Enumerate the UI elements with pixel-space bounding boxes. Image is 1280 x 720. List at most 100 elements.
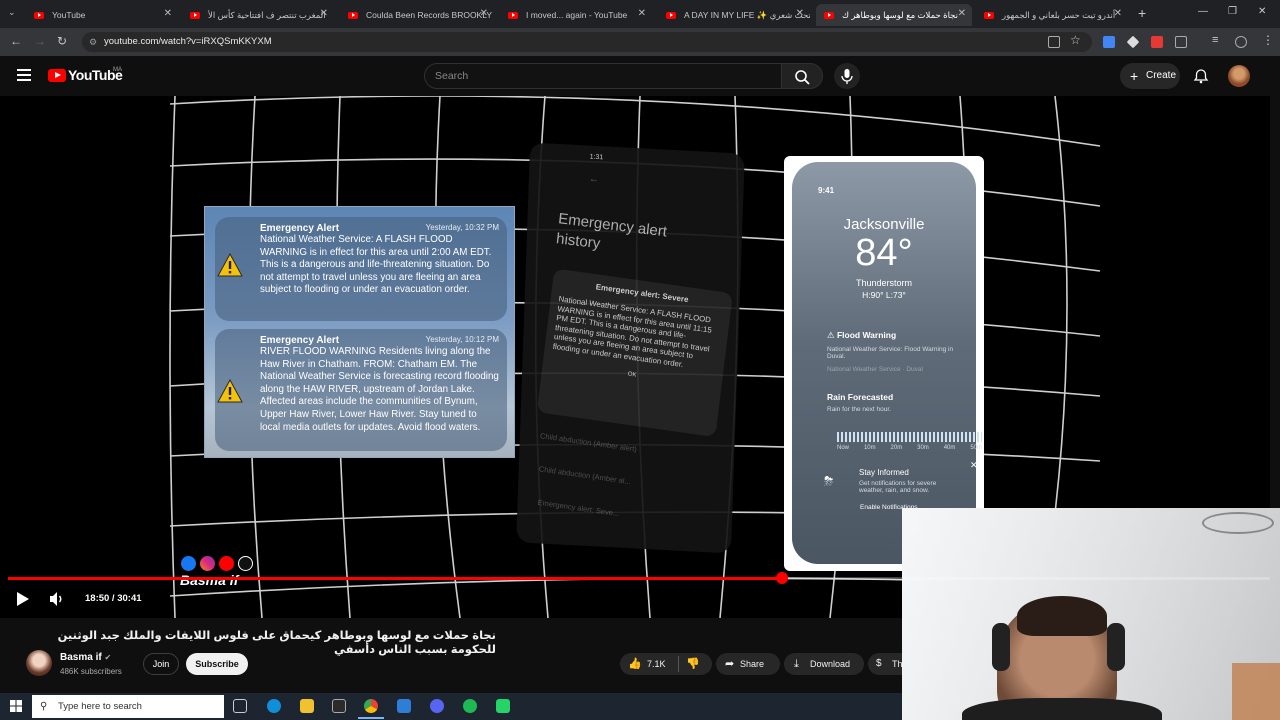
flood-warning-title: ⚠ Flood Warning (827, 330, 896, 341)
youtube-favicon-icon (984, 11, 994, 19)
forward-arrow-icon[interactable]: → (34, 34, 46, 48)
weather-hilo: H:90° L:73° (862, 290, 906, 300)
back-arrow-icon: ← (588, 173, 600, 186)
app-icon[interactable] (397, 699, 411, 713)
browser-toolbar: ← → ↻ ⚙ youtube.com/watch?v=iRXQSmKKYXM … (0, 28, 1280, 56)
file-explorer-icon[interactable] (300, 699, 314, 713)
youtube-masthead: YouTube MA Search + Create (0, 56, 1280, 96)
store-icon[interactable] (332, 699, 346, 713)
taskbar-search-input[interactable]: ⚲ Type here to search (32, 695, 224, 718)
tab-close-icon[interactable]: ✕ (320, 8, 328, 19)
download-button[interactable]: ⤓ Download (784, 653, 864, 675)
extension-red-icon[interactable] (1151, 36, 1163, 48)
edge-icon[interactable] (267, 699, 281, 713)
person-shoulders (962, 698, 1162, 720)
tab-close-icon[interactable]: ✕ (1114, 8, 1122, 19)
bookmark-star-icon[interactable]: ☆ (1070, 33, 1081, 47)
browser-tab-bar: ⌄ YouTube ✕ المغرب تنتصر ف افتتاحية كأس … (0, 0, 1280, 28)
install-app-icon[interactable] (1048, 36, 1060, 48)
tab-video-2[interactable]: المغرب تنتصر ف افتتاحية كأس الأ ✕ (182, 4, 334, 26)
informed-body: Get notifications for severe weather, ra… (859, 480, 937, 494)
tab-video-7[interactable]: أندرو تيت حسر بلعاني و الجمهور ✕ (976, 4, 1128, 26)
whatsapp-icon[interactable] (496, 699, 510, 713)
tab-close-icon[interactable]: ✕ (480, 8, 488, 19)
youtube-favicon-icon (666, 11, 676, 19)
play-icon[interactable] (14, 591, 30, 607)
tab-youtube-home[interactable]: YouTube ✕ (26, 4, 178, 26)
spotify-icon[interactable] (463, 699, 477, 713)
tab-video-3[interactable]: Coulda Been Records BROOKLY ✕ (340, 4, 494, 26)
tab-close-icon[interactable]: ✕ (958, 8, 966, 19)
alert-time: Yesterday, 10:12 PM (425, 335, 499, 344)
hamburger-menu-icon[interactable] (17, 69, 31, 81)
site-info-icon[interactable]: ⚙ (89, 32, 97, 52)
join-button[interactable]: Join (143, 653, 179, 675)
voice-search-button[interactable] (834, 63, 860, 89)
channel-watermark: Basma if (180, 572, 239, 588)
thanks-button[interactable]: $ Th (868, 653, 902, 675)
reading-list-icon[interactable]: ≡ (1212, 34, 1218, 46)
notifications-bell-icon[interactable] (1193, 68, 1209, 84)
history-item: Child abduction (Amber al... (538, 464, 632, 487)
channel-name[interactable]: Basma if ✔ (60, 652, 111, 663)
search-button[interactable] (781, 63, 823, 89)
flood-title-text: Flood Warning (836, 330, 897, 340)
subscribe-button[interactable]: Subscribe (186, 653, 248, 675)
alert-detail-card: Emergency alert: Severe National Weather… (536, 268, 733, 438)
tab-close-icon[interactable]: ✕ (164, 8, 172, 19)
restore-button[interactable]: ❐ (1228, 6, 1237, 17)
discord-icon[interactable] (430, 699, 444, 713)
like-icon[interactable]: 👍 (628, 653, 642, 675)
close-window-button[interactable]: ✕ (1258, 6, 1266, 17)
translate-extension-icon[interactable] (1103, 36, 1115, 48)
webcam-overlay (902, 508, 1280, 720)
tab-close-icon[interactable]: ✕ (638, 8, 646, 19)
create-button[interactable]: + Create (1120, 63, 1180, 89)
task-view-icon[interactable] (233, 699, 247, 713)
rain-ticks: Now 10m 20m 30m 40m 50m (837, 445, 982, 451)
download-icon: ⤓ (794, 658, 799, 670)
weather-alert-icon: ⛈ (824, 474, 834, 488)
volume-icon[interactable] (48, 591, 66, 607)
rain-tick: 10m (863, 445, 876, 451)
reload-icon[interactable]: ↻ (57, 34, 67, 48)
create-label: Create (1146, 70, 1177, 81)
new-tab-button[interactable]: + (1138, 5, 1146, 21)
progress-bar[interactable] (8, 577, 1270, 580)
tab-search-chevron-icon[interactable]: ⌄ (8, 7, 16, 18)
channel-avatar[interactable] (26, 650, 52, 676)
tab-video-4[interactable]: I moved... again - YouTube ✕ (500, 4, 652, 26)
youtube-favicon-icon (34, 11, 44, 19)
weather-temp: 84° (855, 232, 913, 274)
headphone-right (1107, 623, 1125, 671)
weather-screen: 9:41 Jacksonville 84° Thunderstorm H:90°… (792, 162, 982, 564)
rain-tick: 40m (943, 445, 956, 451)
extensions-puzzle-icon[interactable] (1175, 36, 1187, 48)
minimize-button[interactable]: — (1198, 6, 1208, 17)
profile-icon[interactable] (1235, 36, 1247, 48)
youtube-logo-icon[interactable] (48, 69, 66, 82)
extension-diamond-icon[interactable] (1126, 35, 1140, 49)
browser-menu-icon[interactable]: ⋮ (1262, 33, 1274, 47)
address-bar[interactable]: ⚙ youtube.com/watch?v=iRXQSmKKYXM (82, 32, 1092, 52)
rain-tick: 20m (890, 445, 903, 451)
android-alert-history-screenshot: 1:31 ← Emergency alert history Emergency… (516, 142, 745, 554)
account-avatar[interactable] (1228, 65, 1250, 87)
youtube-favicon-icon (190, 11, 200, 19)
status-time: 1:31 (589, 153, 604, 162)
verified-icon: ✔ (104, 653, 112, 662)
person-hair (1017, 596, 1107, 636)
weather-city: Jacksonville (843, 216, 925, 233)
dislike-icon[interactable]: 👎 (686, 653, 700, 675)
back-arrow-icon[interactable]: ← (10, 34, 22, 48)
share-button[interactable]: ➦ Share (716, 653, 780, 675)
tab-video-5[interactable]: A DAY IN MY LIFE ✨ تحت شعري ✕ (658, 4, 810, 26)
emergency-alerts-screenshot: Emergency Alert Yesterday, 10:32 PM Natio… (204, 206, 515, 458)
tab-video-active[interactable]: نجاة حملات مع لوسها وبوطاهر ك ✕ (816, 4, 972, 26)
divider (678, 656, 679, 672)
tab-close-icon[interactable]: ✕ (796, 8, 804, 19)
plus-icon: + (1130, 68, 1139, 84)
windows-start-icon[interactable] (10, 700, 22, 712)
search-input[interactable]: Search (424, 63, 782, 89)
chrome-icon[interactable] (364, 699, 378, 713)
